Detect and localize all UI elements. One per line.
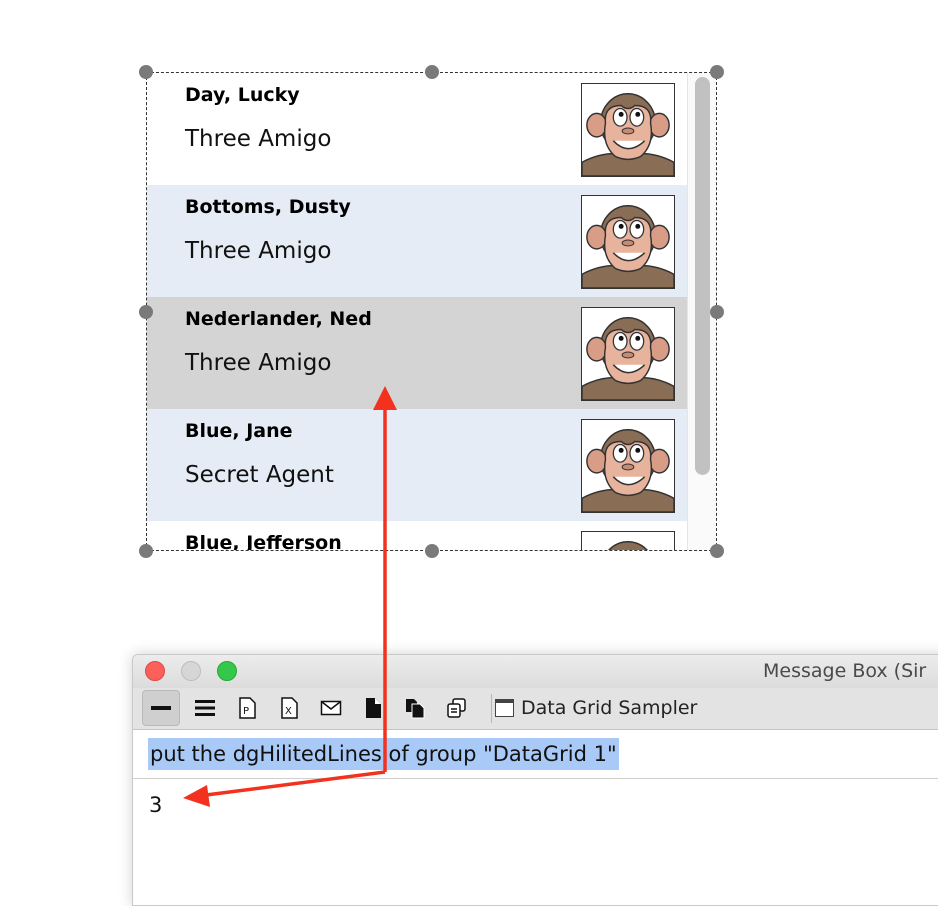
resize-handle-bottom-left[interactable] xyxy=(139,544,153,558)
monkey-portrait-icon xyxy=(581,531,675,550)
monkey-portrait-icon xyxy=(581,83,675,177)
paste-stack-button[interactable] xyxy=(438,690,476,726)
command-area[interactable]: put the dgHilitedLines of group "DataGri… xyxy=(133,730,938,779)
row-name: Bottoms, Dusty xyxy=(185,196,351,218)
pending-messages-button[interactable]: P xyxy=(228,690,266,726)
multi-line-icon xyxy=(195,700,215,716)
message-icon xyxy=(320,700,342,716)
row-name: Day, Lucky xyxy=(185,84,300,106)
command-input[interactable]: put the dgHilitedLines of group "DataGri… xyxy=(148,738,619,770)
resize-handle-top-left[interactable] xyxy=(139,65,153,79)
row-title: Three Amigo xyxy=(185,126,332,152)
row-name: Blue, Jefferson xyxy=(185,532,342,551)
copy-stack-icon xyxy=(406,699,425,719)
message-box-toolbar: P X Data Grid Sampler xyxy=(133,688,938,730)
grid-row-2[interactable]: Bottoms, Dusty Three Amigo xyxy=(147,185,687,297)
frontscripts-icon: X xyxy=(281,697,298,719)
row-name: Blue, Jane xyxy=(185,420,293,442)
grid-row-5[interactable]: Blue, Jefferson xyxy=(147,521,687,551)
resize-handle-right[interactable] xyxy=(710,305,724,319)
resize-handle-top[interactable] xyxy=(425,65,439,79)
monkey-portrait-icon xyxy=(581,307,675,401)
single-line-icon xyxy=(151,706,171,710)
window-title: Message Box (Sir xyxy=(763,660,927,682)
minimize-window-button[interactable] xyxy=(181,661,201,681)
grid-row-3-selected[interactable]: Nederlander, Ned Three Amigo xyxy=(147,297,687,409)
row-title: Three Amigo xyxy=(185,350,332,376)
result-output: 3 xyxy=(149,793,163,817)
resize-handle-left[interactable] xyxy=(139,305,153,319)
window-icon xyxy=(495,699,514,717)
data-grid-rows: Day, Lucky Three Amigo Bottoms, Dusty Th… xyxy=(147,73,687,551)
document-icon xyxy=(366,698,381,718)
stack-name: Data Grid Sampler xyxy=(521,697,698,719)
title-bar[interactable]: Message Box (Sir xyxy=(133,655,938,688)
scrollbar-thumb[interactable] xyxy=(695,77,710,475)
message-button[interactable] xyxy=(312,690,350,726)
frontscripts-button[interactable]: X xyxy=(270,690,308,726)
svg-text:X: X xyxy=(285,706,292,717)
resize-handle-top-right[interactable] xyxy=(710,65,724,79)
paste-stack-icon xyxy=(447,698,466,718)
close-window-button[interactable] xyxy=(145,661,165,681)
row-name: Nederlander, Ned xyxy=(185,308,372,330)
svg-text:P: P xyxy=(243,706,249,717)
toolbar-divider xyxy=(491,694,492,723)
single-line-button[interactable] xyxy=(142,690,180,726)
resize-handle-bottom-right[interactable] xyxy=(710,544,724,558)
document-button[interactable] xyxy=(354,690,392,726)
copy-stack-button[interactable] xyxy=(396,690,434,726)
row-title: Secret Agent xyxy=(185,462,334,488)
row-title: Three Amigo xyxy=(185,238,332,264)
grid-row-4[interactable]: Blue, Jane Secret Agent xyxy=(147,409,687,521)
data-grid[interactable]: Day, Lucky Three Amigo Bottoms, Dusty Th… xyxy=(146,72,717,551)
stack-selector[interactable]: Data Grid Sampler xyxy=(495,690,697,726)
zoom-window-button[interactable] xyxy=(217,661,237,681)
message-box-window: Message Box (Sir P X Data Grid Sampler p… xyxy=(132,654,938,906)
monkey-portrait-icon xyxy=(581,419,675,513)
multi-line-button[interactable] xyxy=(186,690,224,726)
monkey-portrait-icon xyxy=(581,195,675,289)
pending-messages-icon: P xyxy=(239,697,256,719)
resize-handle-bottom[interactable] xyxy=(425,544,439,558)
grid-row-1[interactable]: Day, Lucky Three Amigo xyxy=(147,73,687,185)
